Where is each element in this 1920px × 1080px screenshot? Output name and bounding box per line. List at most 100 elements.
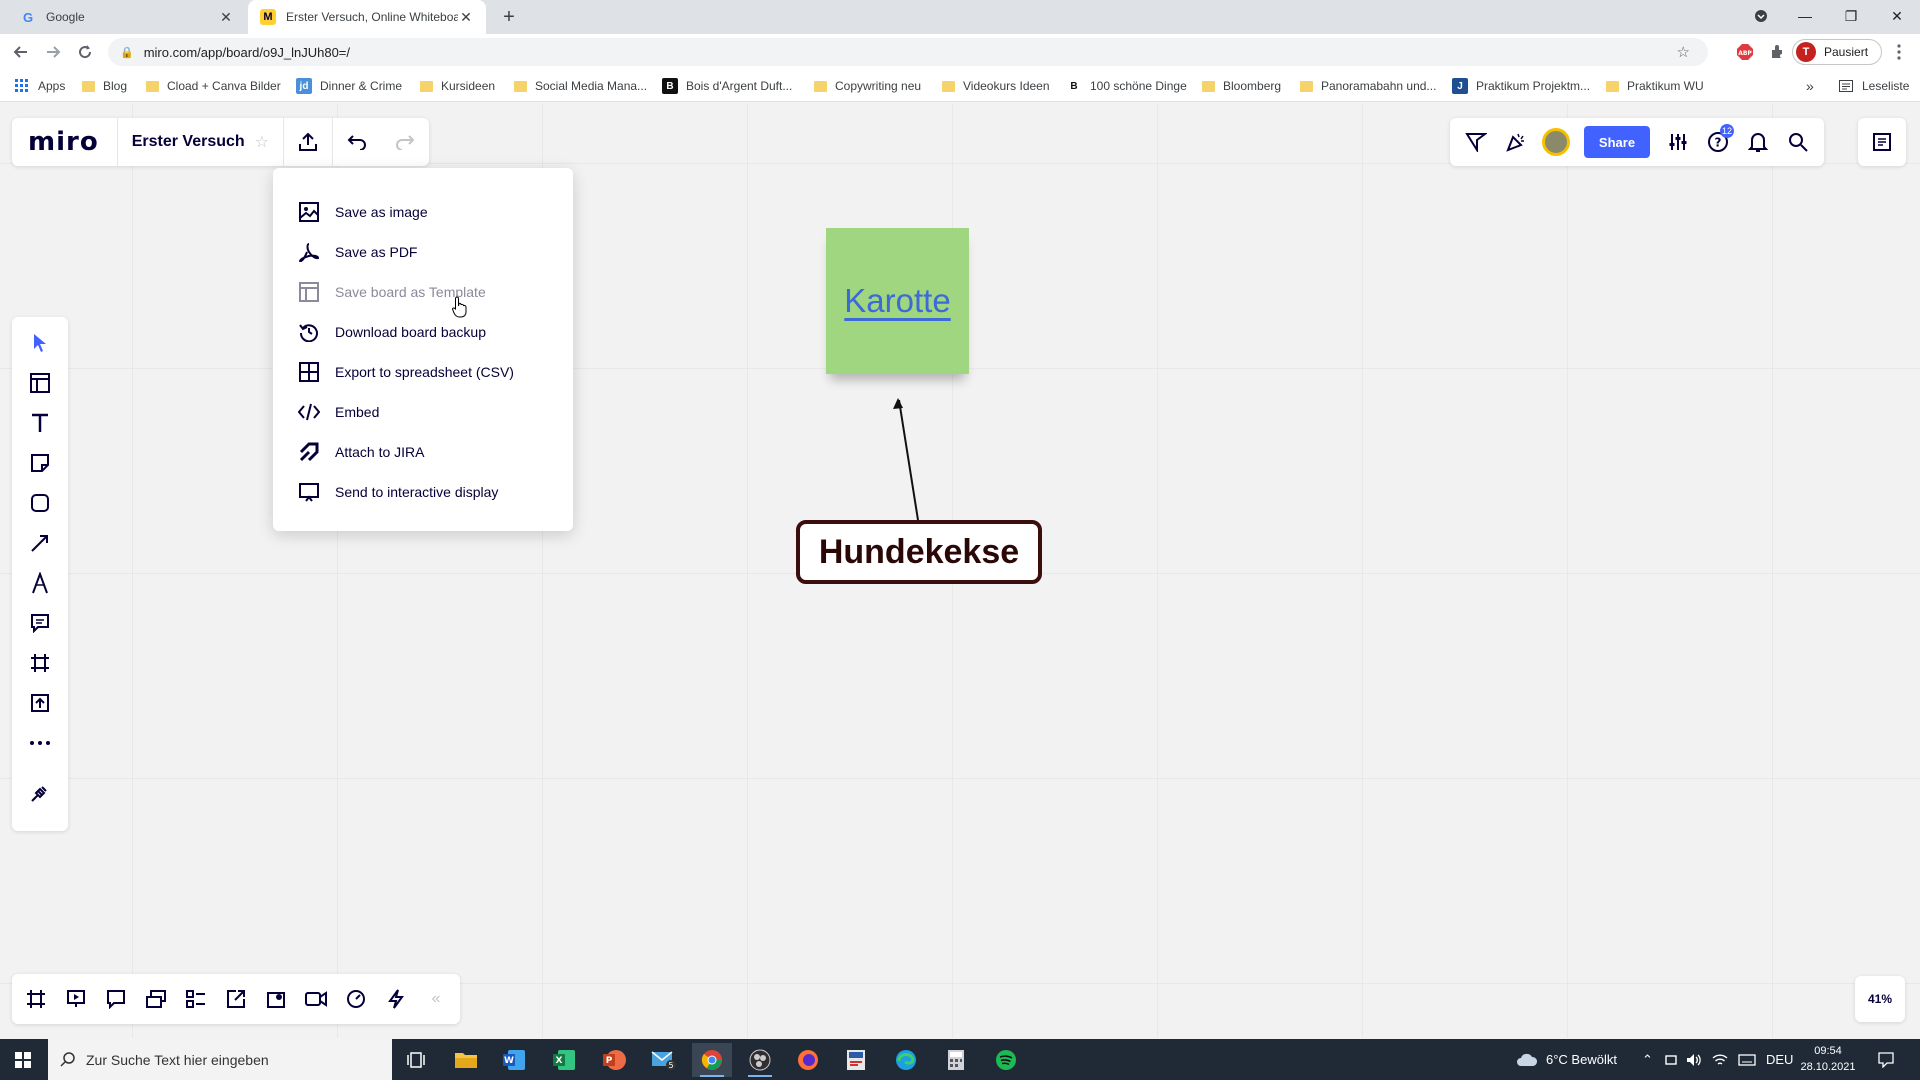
pen-tool[interactable] — [24, 567, 56, 599]
weather-widget[interactable]: 6°C Bewölkt — [1516, 1039, 1617, 1080]
menu-icon[interactable] — [1886, 39, 1912, 65]
menu-item-export-csv[interactable]: Export to spreadsheet (CSV) — [273, 352, 573, 392]
comment-tool[interactable] — [24, 607, 56, 639]
bookmark-100-dinge[interactable]: B 100 schöne Dinge — [1066, 78, 1186, 94]
adblock-icon[interactable]: ABP — [1732, 39, 1758, 65]
star-icon[interactable]: ☆ — [245, 132, 283, 152]
quick-actions-button[interactable] — [380, 983, 412, 1015]
cards-button[interactable] — [140, 983, 172, 1015]
export-button[interactable] — [284, 118, 332, 166]
zoom-level[interactable]: 41% — [1855, 976, 1905, 1022]
bookmark-praktikum-wu[interactable]: Praktikum WU — [1606, 78, 1704, 94]
notifications-button[interactable] — [1738, 118, 1778, 166]
tab-google[interactable]: G Google ✕ — [8, 0, 246, 34]
address-bar[interactable]: 🔒 miro.com/app/board/o9J_lnJUh80=/ ☆ — [108, 38, 1708, 66]
presentation-button[interactable] — [60, 983, 92, 1015]
window-close-button[interactable]: ✕ — [1874, 0, 1920, 32]
close-icon[interactable]: ✕ — [458, 9, 474, 25]
menu-item-save-image[interactable]: Save as image — [273, 192, 573, 232]
task-view-button[interactable] — [396, 1043, 436, 1077]
help-button[interactable]: ? 12 — [1698, 118, 1738, 166]
settings-button[interactable] — [1658, 118, 1698, 166]
menu-item-save-template[interactable]: Save board as Template — [273, 272, 573, 312]
miro-board-canvas[interactable]: miro Erster Versuch ☆ Share ? 12 « 41% K… — [0, 103, 1920, 1038]
comments-button[interactable] — [100, 983, 132, 1015]
reload-button[interactable] — [72, 39, 98, 65]
sticky-note-text[interactable]: Karotte — [844, 282, 950, 320]
extensions-icon[interactable] — [1764, 39, 1790, 65]
excel-app[interactable]: X — [544, 1043, 584, 1077]
templates-tool[interactable] — [24, 367, 56, 399]
forward-button[interactable] — [40, 39, 66, 65]
close-icon[interactable]: ✕ — [218, 9, 234, 25]
calculator-app[interactable] — [936, 1043, 976, 1077]
wifi-icon[interactable] — [1712, 1039, 1728, 1080]
miro-logo[interactable]: miro — [12, 127, 117, 157]
notes-app[interactable] — [836, 1043, 876, 1077]
search-button[interactable] — [1778, 118, 1818, 166]
volume-icon[interactable] — [1686, 1039, 1702, 1080]
bookmark-praktikum-projekt[interactable]: J Praktikum Projektm... — [1452, 78, 1590, 94]
select-tool[interactable] — [24, 327, 56, 359]
tray-chevron-icon[interactable]: ⌃ — [1642, 1039, 1653, 1080]
bookmark-apps[interactable]: Apps — [14, 78, 65, 94]
bookmark-dinner-crime[interactable]: jd Dinner & Crime — [296, 78, 402, 94]
undo-button[interactable] — [333, 118, 381, 166]
screenshot-button[interactable] — [260, 983, 292, 1015]
word-app[interactable]: W — [494, 1043, 534, 1077]
redo-button[interactable] — [381, 118, 429, 166]
timer-button[interactable] — [340, 983, 372, 1015]
taskbar-search[interactable]: Zur Suche Text hier eingeben — [48, 1039, 392, 1080]
menu-item-save-pdf[interactable]: Save as PDF — [273, 232, 573, 272]
share-screen-button[interactable] — [220, 983, 252, 1015]
profile-button[interactable]: T Pausiert — [1792, 39, 1882, 65]
text-tool[interactable] — [24, 407, 56, 439]
share-button[interactable]: Share — [1584, 126, 1650, 158]
notification-center-icon[interactable] — [1878, 1039, 1894, 1080]
keyboard-icon[interactable] — [1738, 1039, 1756, 1080]
board-title[interactable]: Erster Versuch — [118, 133, 245, 151]
battery-icon[interactable] — [1664, 1039, 1678, 1080]
sticky-note[interactable]: Karotte — [826, 228, 969, 374]
taskbar-clock[interactable]: 09:54 28.10.2021 — [1792, 1043, 1864, 1075]
bookmark-cload-canva[interactable]: Cload + Canva Bilder — [146, 78, 281, 94]
bookmark-bloomberg[interactable]: Bloomberg — [1202, 78, 1281, 94]
more-tools-button[interactable] — [24, 727, 56, 759]
upload-tool[interactable] — [24, 687, 56, 719]
collaborator-avatar[interactable] — [1536, 118, 1576, 166]
bookmark-kursideen[interactable]: Kursideen — [420, 78, 495, 94]
collapse-icon[interactable]: « — [420, 983, 452, 1015]
tab-search-icon[interactable] — [1738, 0, 1784, 32]
more-bookmarks-button[interactable]: » — [1806, 78, 1814, 94]
sticky-note-tool[interactable] — [24, 447, 56, 479]
shape-text[interactable]: Hundekekse — [819, 533, 1019, 572]
new-tab-button[interactable]: + — [498, 6, 520, 28]
file-explorer-app[interactable] — [446, 1043, 486, 1077]
edge-app[interactable] — [886, 1043, 926, 1077]
bookmark-copywriting[interactable]: Copywriting neu — [814, 78, 921, 94]
apps-tool[interactable] — [24, 777, 56, 809]
bookmark-bois-dargent[interactable]: B Bois d'Argent Duft... — [662, 78, 792, 94]
bookmark-social-media[interactable]: Social Media Mana... — [514, 78, 647, 94]
tab-miro[interactable]: M Erster Versuch, Online Whiteboar ✕ — [248, 0, 486, 34]
frames-button[interactable] — [20, 983, 52, 1015]
menu-item-download-backup[interactable]: Download board backup — [273, 312, 573, 352]
board-panel-button[interactable] — [1858, 118, 1906, 166]
video-call-button[interactable] — [300, 983, 332, 1015]
bookmark-panoramabahn[interactable]: Panoramabahn und... — [1300, 78, 1436, 94]
chrome-app[interactable] — [692, 1043, 732, 1077]
reactions-button[interactable] — [1456, 118, 1496, 166]
firefox-app[interactable] — [788, 1043, 828, 1077]
start-button[interactable] — [0, 1039, 46, 1080]
bookmark-star-icon[interactable]: ☆ — [1677, 43, 1690, 61]
menu-item-attach-jira[interactable]: Attach to JIRA — [273, 432, 573, 472]
language-indicator[interactable]: DEU — [1766, 1039, 1793, 1080]
connector-tool[interactable] — [24, 527, 56, 559]
powerpoint-app[interactable]: P — [594, 1043, 634, 1077]
connector-arrow[interactable] — [890, 388, 930, 523]
spotify-app[interactable] — [986, 1043, 1026, 1077]
frame-tool[interactable] — [24, 647, 56, 679]
menu-item-send-display[interactable]: Send to interactive display — [273, 472, 573, 512]
back-button[interactable] — [8, 39, 34, 65]
obs-app[interactable] — [740, 1043, 780, 1077]
